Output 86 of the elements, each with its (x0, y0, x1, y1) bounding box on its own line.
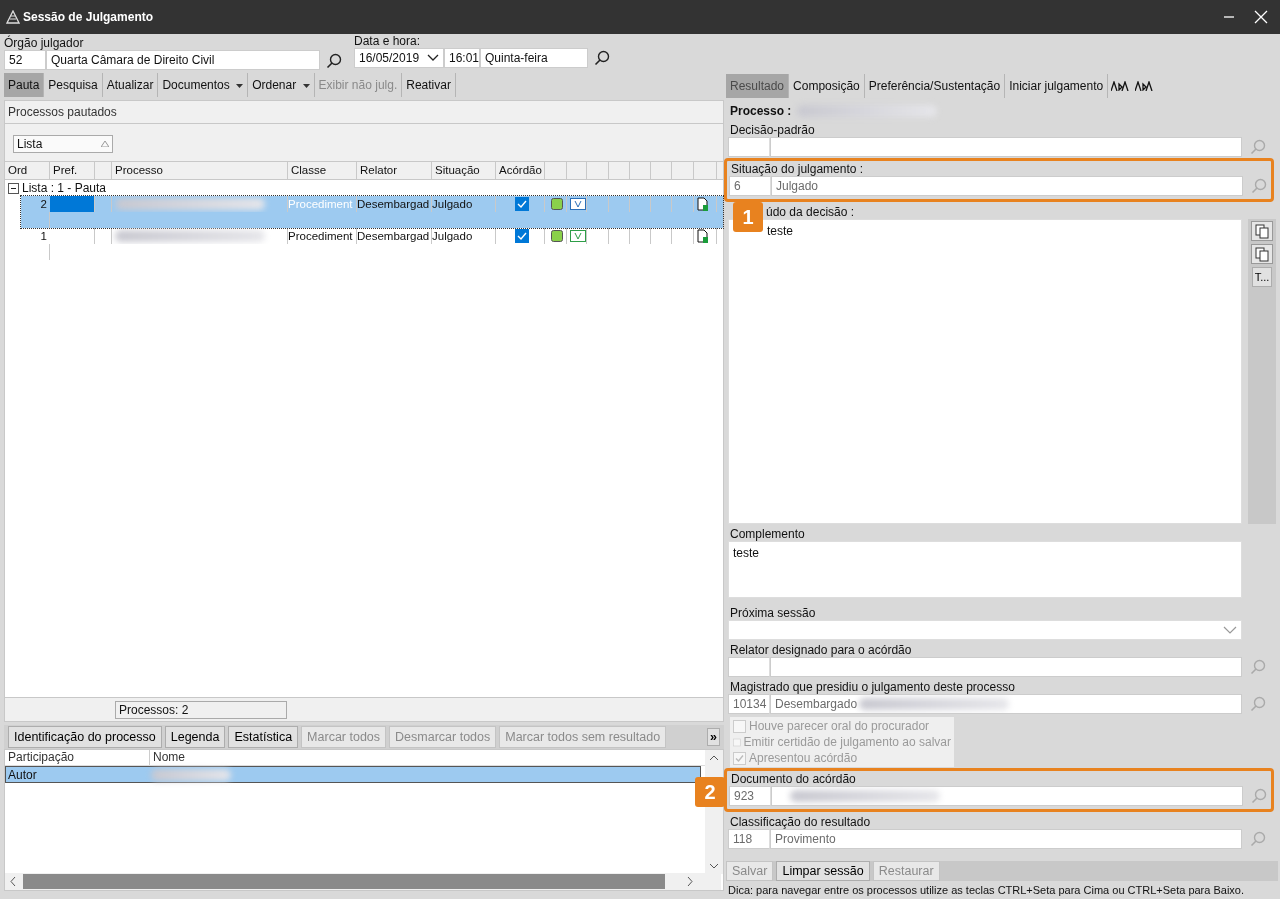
name-field[interactable]: Julgado (771, 176, 1243, 196)
name-field[interactable] (770, 137, 1242, 157)
search-icon[interactable] (594, 50, 610, 66)
table-cell: Julgado (432, 228, 496, 244)
dropdown[interactable] (728, 620, 1242, 640)
table-cell-text: Autor (7, 767, 38, 782)
column-header[interactable]: Processo (112, 162, 288, 179)
name-field[interactable] (771, 786, 1243, 806)
callout-number: 1 (733, 202, 763, 232)
search-icon[interactable] (326, 53, 342, 69)
field-label: Relator designado para o acórdão (729, 643, 913, 657)
table-cell: Desembargad (357, 196, 432, 212)
table-cell: Julgado (432, 196, 496, 212)
close-icon[interactable] (1254, 10, 1268, 24)
tab-button[interactable]: Legenda (164, 726, 226, 748)
table-cell-text: 2 (39, 197, 48, 212)
column-header[interactable]: Classe (288, 162, 357, 179)
table-row[interactable]: 1 Procediment Desembargad Julgado (21, 228, 723, 260)
font-size-icon[interactable] (1135, 81, 1154, 91)
code-field[interactable]: 10134 (728, 694, 770, 714)
table-cell: Procediment (288, 196, 357, 212)
table-cell: Desembargad (357, 228, 432, 244)
field-label: údo da decisão : (765, 205, 856, 219)
table-row[interactable]: Autor (5, 766, 701, 783)
tool-button[interactable]: T... (1251, 267, 1273, 287)
check-box-icon (570, 198, 586, 210)
callout-number: 2 (695, 777, 725, 807)
sort-arrow-icon (101, 140, 109, 147)
window-title: Sessão de Julgamento (23, 9, 154, 26)
weekday-field[interactable]: Quinta-feira (480, 48, 588, 68)
panel-title: Processos pautados (5, 101, 723, 124)
field-label: Órgão julgador (4, 36, 85, 50)
table-cell-text: 1 (39, 229, 48, 244)
copy-icon[interactable] (1251, 221, 1273, 241)
column-header[interactable]: Pref. (50, 162, 95, 179)
field-label: Complemento (729, 527, 806, 541)
code-field[interactable]: 52 (4, 50, 46, 70)
column-header[interactable]: Ord (5, 162, 50, 179)
table-cell: Procediment (288, 228, 357, 244)
code-field[interactable] (728, 137, 770, 157)
name-field[interactable]: Provimento (770, 829, 1242, 849)
toolbar-button[interactable]: Pauta (4, 73, 45, 97)
check-box-icon (570, 230, 586, 242)
copy-icon[interactable] (1251, 244, 1273, 264)
group-label: Lista : 1 - Pauta (22, 181, 107, 195)
document-icon (697, 229, 709, 243)
text-area[interactable]: teste (728, 541, 1242, 598)
field-label: Data e hora: (354, 34, 422, 48)
hint-text: Dica: para navegar entre os processos utilize as teclas CTRL+Seta para Cima ou CTRL+Seta para Baixo. (727, 883, 1246, 898)
table-row[interactable]: 2 Procediment Desembargad Julgado (21, 196, 723, 228)
tab-button[interactable]: Estatística (228, 726, 299, 748)
chevron-down-icon (427, 54, 439, 62)
field-label: Documento do acórdão (730, 772, 857, 786)
chevron-down-icon (1223, 626, 1237, 634)
record-count: Processos: 2 (115, 700, 287, 719)
overflow-button[interactable]: » (707, 728, 720, 746)
action-button[interactable]: Limpar sessão (776, 861, 870, 881)
code-field[interactable]: 923 (729, 786, 771, 806)
document-icon (697, 197, 709, 211)
column-header[interactable]: Acórdão (496, 162, 545, 179)
tab-button[interactable]: Identificação do processo (8, 726, 162, 748)
field-label: Decisão-padrão (729, 123, 816, 137)
field-label: Magistrado que presidiu o julgamento deste processo (729, 680, 1016, 694)
code-field[interactable] (728, 657, 770, 677)
status-square-icon (551, 198, 563, 210)
tab[interactable]: Resultado (726, 74, 790, 98)
field-label: Próxima sessão (729, 606, 817, 620)
name-field[interactable]: Quarta Câmara de Direito Civil (46, 50, 320, 70)
collapse-icon[interactable] (8, 182, 19, 194)
field-label: Classificação do resultado (729, 815, 872, 829)
code-field[interactable]: 6 (729, 176, 771, 196)
name-field[interactable]: Desembargado (770, 694, 1242, 714)
code-field[interactable]: 118 (728, 829, 770, 849)
status-square-icon (551, 230, 563, 242)
date-picker[interactable]: 16/05/2019 (354, 48, 444, 68)
time-field[interactable]: 16:01 (444, 48, 480, 68)
font-size-icon[interactable] (1111, 81, 1130, 91)
column-header[interactable]: Participação (5, 750, 150, 765)
group-by-chip[interactable]: Lista (13, 134, 113, 153)
app-logo-icon (6, 10, 20, 24)
column-header[interactable]: Nome (150, 750, 185, 765)
field-label: Processo : (730, 104, 792, 118)
name-field[interactable] (770, 657, 1242, 677)
field-label: Situação do julgamento : (730, 162, 865, 176)
column-header[interactable]: Situação (432, 162, 496, 179)
column-header[interactable]: Relator (357, 162, 432, 179)
